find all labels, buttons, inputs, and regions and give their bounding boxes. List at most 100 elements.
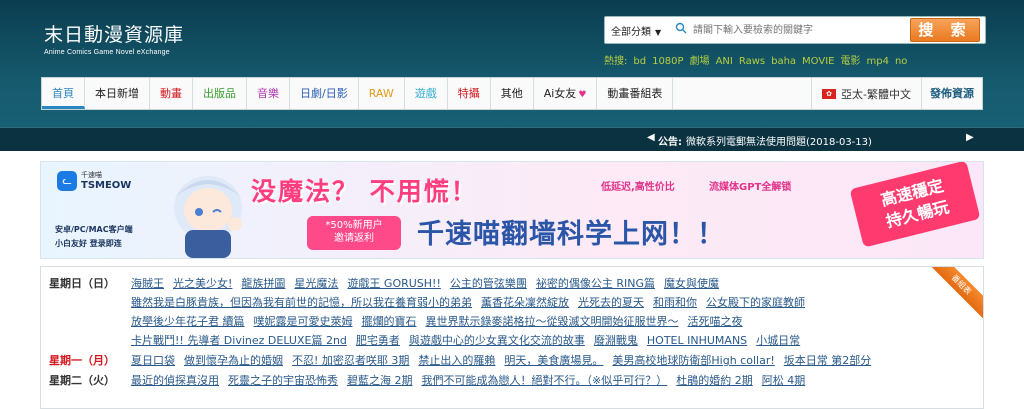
nav-item-games[interactable]: 遊戲	[405, 78, 448, 109]
hot-keyword[interactable]: 電影	[840, 56, 860, 67]
announcement-bar: ◀ 公告: 微軟系列電郵無法使用問題(2018-03-13) ▶	[0, 127, 1024, 151]
nav-item-publications[interactable]: 出版品	[193, 78, 247, 109]
nav-item-raw[interactable]: RAW	[359, 78, 405, 109]
schedule-row: 放學後少年花子君 續篇 噗妮露是可愛史萊姆 擺爛的寶石 異世界默示錄麥諾格拉～從毀滅文…	[41, 313, 941, 331]
anime-title-link[interactable]: 遊戲王 GORUSH!!	[347, 275, 440, 293]
hot-keyword[interactable]: no	[895, 56, 907, 67]
nav-item-jdrama[interactable]: 日劇/日影	[290, 78, 359, 109]
anime-girl-illustration	[174, 176, 242, 258]
anime-title-link[interactable]: 活死喵之夜	[688, 313, 743, 331]
anime-title-link[interactable]: 光之美少女!	[173, 275, 232, 293]
anime-title-link[interactable]: 禁止出入的羅賴	[418, 352, 495, 370]
announcement[interactable]: 公告: 微軟系列電郵無法使用問題(2018-03-13)	[658, 133, 872, 148]
anime-title-link[interactable]: 龍族拼圖	[241, 275, 285, 293]
heart-icon: ♥	[578, 90, 587, 100]
anime-title-link[interactable]: 祕密的偶像公主 RING篇	[536, 275, 655, 293]
chevron-left-icon[interactable]: ◀	[647, 132, 655, 143]
anime-title-link[interactable]: 小城日常	[756, 332, 800, 350]
anime-title-link[interactable]: 夏日口袋	[131, 352, 175, 370]
anime-title-link[interactable]: 與遊戲中心的少女異文化交流的故事	[409, 332, 585, 350]
anime-title-link[interactable]: 明天，美食廣場見。	[504, 352, 603, 370]
hot-keyword[interactable]: bd	[633, 56, 646, 67]
nav-item-ai-girlfriend[interactable]: Ai女友 ♥	[534, 78, 598, 109]
anime-schedule: 番組表 星期日（日） 海賊王 光之美少女! 龍族拼圖 星光魔法 遊戲王 GORUSH!! 公…	[40, 266, 984, 409]
hot-keyword[interactable]: 劇場	[690, 56, 710, 67]
schedule-row: 星期二（火） 最近的偵探真沒用 死靈之子的宇宙恐怖秀 碧藍之海 2期 我們不可能成為戀人…	[41, 372, 941, 390]
anime-title-link[interactable]: 噗妮露是可愛史萊姆	[254, 313, 353, 331]
search-button[interactable]: 搜 索	[910, 18, 980, 42]
hot-keyword[interactable]: ANI	[716, 56, 733, 67]
banner-brand-small: 千速喵	[81, 171, 102, 179]
site-header: 末日動漫資源庫 Anime Comics Game Novel eXchange…	[0, 0, 1024, 151]
schedule-row: 卡片戰鬥!! 先導者 Divinez DELUXE篇 2nd 肥宅勇者 與遊戲中心的…	[41, 332, 941, 350]
announcement-label: 公告:	[658, 137, 682, 148]
search-box: 全部分類 ▼ 搜 索	[604, 16, 986, 44]
banner-sub1: 安卓/PC/MAC客户端	[55, 225, 133, 234]
anime-title-link[interactable]: 美男高校地球防衛部High collar!	[612, 352, 774, 370]
anime-title-link[interactable]: 和雨和你	[653, 294, 697, 312]
site-logo[interactable]: 末日動漫資源庫 Anime Comics Game Novel eXchange	[44, 20, 184, 56]
anime-title-link[interactable]: 碧藍之海 2期	[347, 372, 413, 390]
anime-title-link[interactable]: 坂本日常 第2部分	[784, 352, 872, 370]
hk-flag-icon: ✿	[822, 88, 837, 99]
category-select-value: 全部分類	[611, 27, 651, 38]
anime-title-link[interactable]: 卡片戰鬥!! 先導者 Divinez DELUXE篇 2nd	[131, 332, 347, 350]
anime-title-link[interactable]: 死靈之子的宇宙恐怖秀	[228, 372, 338, 390]
anime-title-link[interactable]: 廢淵戰鬼	[594, 332, 638, 350]
anime-title-link[interactable]: 海賊王	[131, 275, 164, 293]
anime-title-link[interactable]: 做到懷孕為止的婚姻	[184, 352, 283, 370]
anime-title-link[interactable]: 公主的管弦樂團	[450, 275, 527, 293]
search-input[interactable]	[693, 21, 903, 39]
schedule-row: 星期一（月） 夏日口袋 做到懷孕為止的婚姻 不忍! 加密忍者咲耶 3期 禁止出入的羅賴明…	[41, 352, 941, 370]
weekday-label: 星期日（日）	[49, 277, 115, 290]
anime-title-link[interactable]: 我們不可能成為戀人！絕對不行。（※似乎可行？）	[422, 372, 668, 390]
anime-title-link[interactable]: 公女殿下的家庭教師	[706, 294, 805, 312]
nav-item-schedule[interactable]: 動畫番組表	[597, 78, 674, 109]
anime-title-link[interactable]: 最近的偵探真沒用	[131, 372, 219, 390]
region-selector[interactable]: ✿ 亞太-繁體中文	[811, 78, 921, 109]
hot-keyword[interactable]: 1080P	[652, 56, 683, 67]
title-list: 最近的偵探真沒用 死靈之子的宇宙恐怖秀 碧藍之海 2期 我們不可能成為戀人！絕對不行。…	[131, 372, 814, 390]
title-list: 放學後少年花子君 續篇 噗妮露是可愛史萊姆 擺爛的寶石 異世界默示錄麥諾格拉～從毀滅文…	[131, 313, 752, 331]
anime-title-link[interactable]: 星光魔法	[294, 275, 338, 293]
weekday-label: 星期一（月）	[49, 354, 115, 367]
title-list: 夏日口袋 做到懷孕為止的婚姻 不忍! 加密忍者咲耶 3期 禁止出入的羅賴 明天，美食廣場…	[131, 352, 880, 370]
anime-title-link[interactable]: HOTEL INHUMANS	[647, 332, 747, 350]
main-nav: 首頁 本日新增 動畫 出版品 音樂 日劇/日影 RAW 遊戲 特攝 其他 Ai女…	[41, 77, 983, 110]
banner-brand: TSMEOW	[81, 180, 132, 191]
publish-button[interactable]: 發佈資源	[921, 78, 982, 109]
anime-title-link[interactable]: 放學後少年花子君 續篇	[131, 313, 245, 331]
hot-keyword[interactable]: MOVIE	[802, 56, 834, 67]
schedule-row: 雖然我是白豚貴族，但因為我有前世的記憶，所以我在養育弱小的弟弟 薰香花朵凜然綻放光…	[41, 294, 941, 312]
title-list: 雖然我是白豚貴族，但因為我有前世的記憶，所以我在養育弱小的弟弟 薰香花朵凜然綻放光…	[131, 294, 814, 312]
chevron-down-icon: ▼	[655, 28, 662, 37]
nav-item-music[interactable]: 音樂	[247, 78, 290, 109]
hot-keyword[interactable]: mp4	[866, 56, 888, 67]
anime-title-link[interactable]: 阿松 4期	[762, 372, 806, 390]
anime-title-link[interactable]: 雖然我是白豚貴族，但因為我有前世的記憶，所以我在養育弱小的弟弟	[131, 294, 472, 312]
anime-title-link[interactable]: 杜鵑的婚約 2期	[676, 372, 753, 390]
anime-title-link[interactable]: 魔女與使魔	[664, 275, 719, 293]
nav-item-label: Ai女友	[543, 87, 577, 100]
ad-banner[interactable]: ᓚ 千速喵 TSMEOW 安卓/PC/MAC客户端 小白友好 登录即连 没魔法？…	[40, 161, 984, 259]
anime-title-link[interactable]: 不忍! 加密忍者咲耶 3期	[292, 352, 409, 370]
anime-title-link[interactable]: 薰香花朵凜然綻放	[481, 294, 569, 312]
anime-title-link[interactable]: 擺爛的寶石	[362, 313, 417, 331]
nav-item-tokusatsu[interactable]: 特攝	[448, 78, 491, 109]
anime-title-link[interactable]: 肥宅勇者	[356, 332, 400, 350]
announcement-text: 微軟系列電郵無法使用問題(2018-03-13)	[686, 137, 872, 148]
hot-keyword[interactable]: Raws	[739, 56, 765, 67]
chevron-right-icon[interactable]: ▶	[966, 132, 974, 143]
nav-item-anime[interactable]: 動畫	[150, 78, 193, 109]
banner-pill: *50%新用户 邀请返利	[307, 216, 401, 250]
category-select[interactable]: 全部分類 ▼	[611, 23, 661, 38]
hot-keyword[interactable]: baha	[771, 56, 796, 67]
anime-title-link[interactable]: 異世界默示錄麥諾格拉～從毀滅文明開始征服世界～	[426, 313, 679, 331]
weekday-label: 星期二（火）	[49, 374, 115, 387]
title-list: 海賊王 光之美少女! 龍族拼圖 星光魔法 遊戲王 GORUSH!! 公主的管弦樂團 祕密的偶…	[131, 275, 728, 293]
nav-item-other[interactable]: 其他	[491, 78, 534, 109]
logo-title: 末日動漫資源庫	[44, 24, 185, 46]
nav-item-today-new[interactable]: 本日新增	[85, 78, 150, 109]
nav-item-home[interactable]: 首頁	[42, 78, 85, 109]
anime-title-link[interactable]: 光死去的夏天	[578, 294, 644, 312]
